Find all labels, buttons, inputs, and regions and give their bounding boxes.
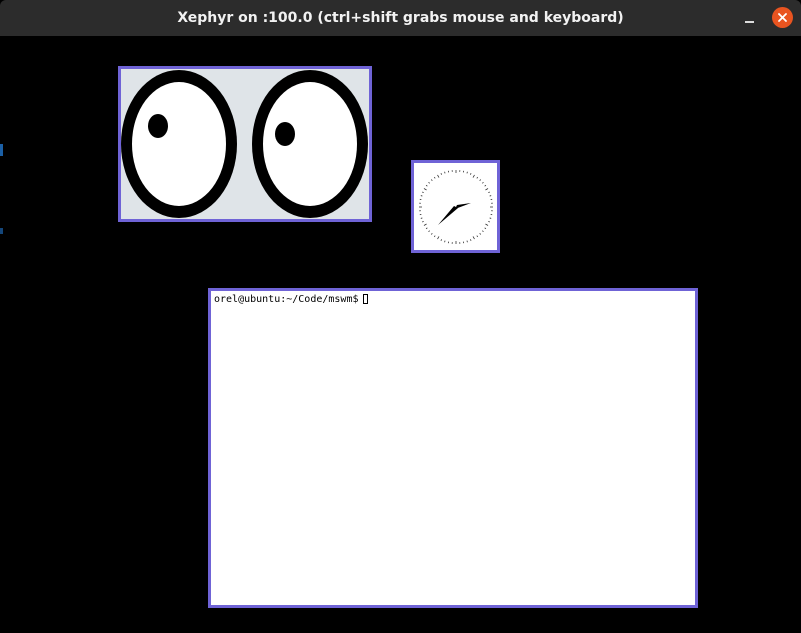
minimize-button[interactable] bbox=[738, 7, 760, 29]
clock-tick bbox=[476, 176, 479, 179]
terminal-line[interactable]: orel@ubuntu:~/Code/mswm$ bbox=[214, 294, 368, 306]
clock-tick bbox=[482, 230, 484, 233]
clock-tick bbox=[472, 236, 475, 240]
clock-tick bbox=[476, 235, 479, 238]
clock-tick bbox=[437, 174, 440, 178]
analog-clock-icon bbox=[419, 170, 493, 244]
clock-tick bbox=[428, 230, 430, 233]
window-title: Xephyr on :100.0 (ctrl+shift grabs mouse… bbox=[177, 10, 624, 26]
clock-tick bbox=[440, 239, 442, 241]
clock-tick bbox=[433, 235, 436, 238]
clock-tick bbox=[485, 188, 489, 191]
clock-tick bbox=[433, 176, 436, 179]
clock-tick bbox=[470, 239, 472, 241]
xephyr-window: Xephyr on :100.0 (ctrl+shift grabs mouse… bbox=[0, 0, 801, 633]
clock-tick bbox=[422, 191, 424, 193]
clock-tick bbox=[440, 173, 442, 175]
clock-tick bbox=[423, 223, 427, 226]
clock-tick bbox=[428, 181, 430, 184]
clock-tick bbox=[479, 233, 482, 235]
clock-tick bbox=[470, 173, 472, 175]
clock-tick bbox=[472, 174, 475, 178]
edge-marker bbox=[0, 144, 3, 156]
xterm-window[interactable]: orel@ubuntu:~/Code/mswm$ bbox=[208, 288, 698, 608]
close-icon bbox=[778, 13, 787, 22]
titlebar[interactable]: Xephyr on :100.0 (ctrl+shift grabs mouse… bbox=[0, 0, 801, 36]
close-button[interactable] bbox=[772, 7, 793, 28]
clock-tick bbox=[430, 233, 433, 235]
edge-marker bbox=[0, 228, 3, 234]
xeyes-window[interactable] bbox=[118, 66, 372, 222]
clock-tick bbox=[423, 188, 427, 191]
xclock-window[interactable] bbox=[411, 160, 500, 253]
eyes-icon bbox=[121, 70, 368, 218]
terminal-prompt: orel@ubuntu:~/Code/mswm$ bbox=[214, 294, 359, 305]
clock-tick bbox=[484, 227, 487, 230]
clock-tick bbox=[484, 184, 487, 187]
clock-tick bbox=[488, 221, 490, 223]
clock-minute-hand bbox=[438, 206, 458, 225]
clock-tick bbox=[485, 223, 489, 226]
minimize-icon bbox=[745, 21, 754, 23]
terminal-cursor bbox=[362, 294, 368, 304]
clock-tick bbox=[488, 191, 490, 193]
clock-tick bbox=[437, 236, 440, 240]
clock-tick bbox=[422, 221, 424, 223]
clock-tick bbox=[425, 227, 428, 230]
clock-tick bbox=[425, 184, 428, 187]
clock-tick bbox=[482, 181, 484, 184]
clock-tick bbox=[479, 179, 482, 181]
clock-tick bbox=[430, 179, 433, 181]
